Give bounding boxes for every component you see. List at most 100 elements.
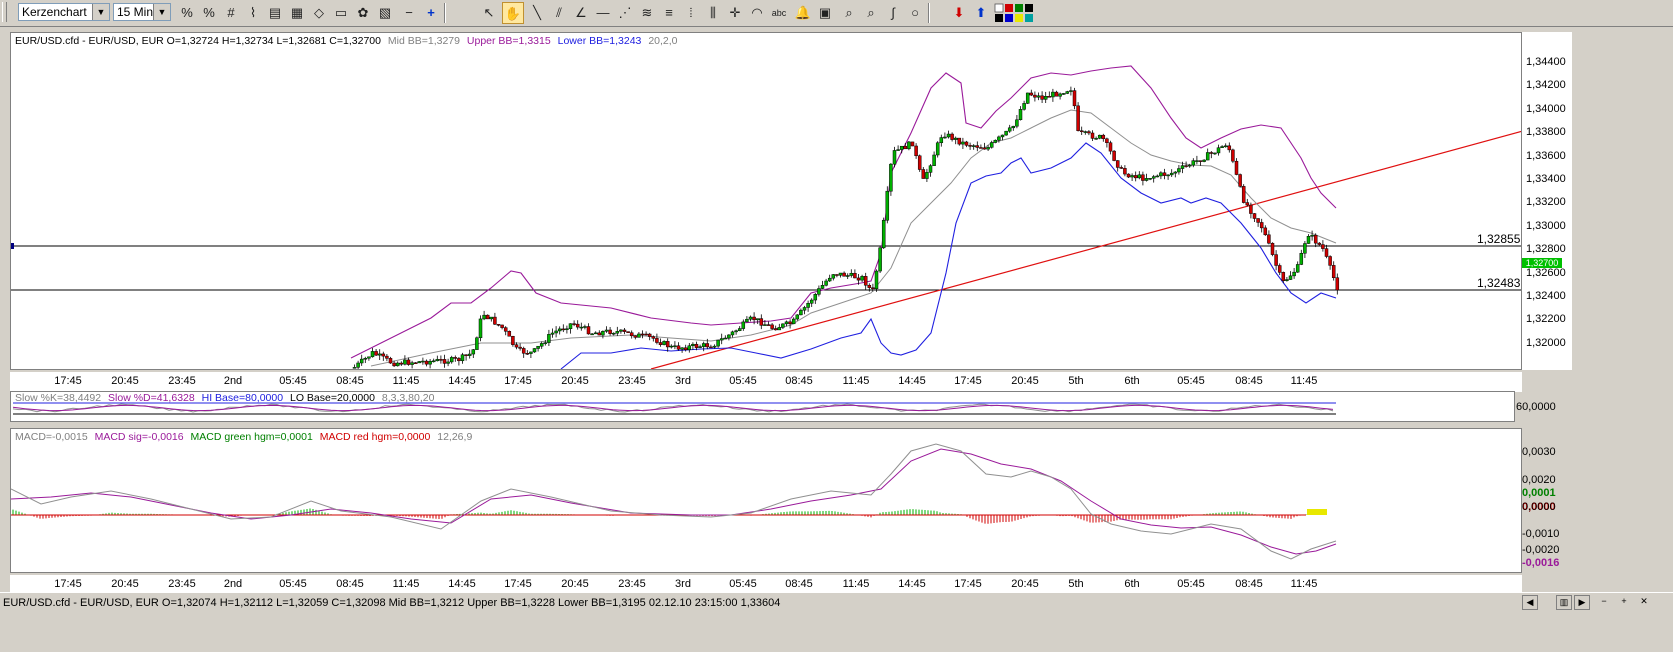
- time-label: 14:45: [898, 578, 926, 590]
- time-label: 17:45: [504, 578, 532, 590]
- color-palette-icon[interactable]: [994, 2, 1033, 24]
- candle-body: [431, 360, 436, 363]
- freehand-icon[interactable]: ∫: [882, 2, 904, 24]
- macd-plot[interactable]: [11, 429, 1522, 573]
- indicator-icon[interactable]: ⌇: [242, 2, 264, 24]
- alert-bell-icon[interactable]: 🔔: [792, 2, 814, 24]
- chevron-down-icon[interactable]: ▼: [153, 4, 170, 20]
- macd-signal-line: [11, 448, 1337, 555]
- hand-tool-icon[interactable]: ✋: [502, 2, 524, 24]
- candle-body: [921, 169, 926, 179]
- price-y-tick: 1,34400: [1526, 56, 1566, 68]
- trend-line: [650, 130, 1521, 369]
- chart-type-select[interactable]: Kerzenchart ▼: [18, 3, 110, 21]
- price-y-tick: 1,32800: [1526, 243, 1566, 256]
- image-icon[interactable]: ▦: [286, 2, 308, 24]
- candle-body: [813, 294, 818, 301]
- candle-body: [1321, 244, 1325, 249]
- ellipse-icon[interactable]: ○: [904, 2, 926, 24]
- angle-line-icon[interactable]: ∠: [570, 2, 592, 24]
- price-y-tick: 1,33600: [1526, 149, 1566, 162]
- zoom-out-icon[interactable]: −: [1596, 595, 1612, 610]
- chart-window-icon[interactable]: ▤: [264, 2, 286, 24]
- price-plot[interactable]: [11, 33, 1522, 370]
- time-label: 3rd: [675, 578, 691, 590]
- scroll-right-button[interactable]: ▶: [1574, 595, 1590, 610]
- candle-body: [601, 331, 605, 336]
- time-label: 05:45: [279, 578, 307, 590]
- stochastic-panel[interactable]: Slow %K=38,4492 Slow %D=41,6328 HI Base=…: [10, 391, 1515, 422]
- candle-body: [1101, 134, 1106, 140]
- print-icon[interactable]: ▭: [330, 2, 352, 24]
- cursor-icon[interactable]: ↖: [478, 2, 500, 24]
- magnifier-icon[interactable]: ⌕: [838, 2, 860, 24]
- toolbar: Kerzenchart ▼ 15 Min. ▼ % % # ⌇ ▤ ▦ ◇ ▭ …: [0, 0, 1673, 27]
- candle-body: [1036, 95, 1041, 98]
- trendline-icon[interactable]: ╲: [526, 2, 548, 24]
- zoom-in-icon[interactable]: +: [1616, 595, 1632, 610]
- zoom-region-icon[interactable]: ⌕: [860, 2, 882, 24]
- candle-body: [784, 321, 789, 325]
- candle-body: [525, 353, 530, 355]
- horizontal-line-icon[interactable]: —: [592, 2, 614, 24]
- scroll-left-button[interactable]: ◀: [1522, 595, 1538, 610]
- candle-body: [1274, 254, 1278, 266]
- candle-body: [1259, 222, 1264, 229]
- crosshair-icon[interactable]: ✛: [724, 2, 746, 24]
- candle-body: [439, 359, 443, 361]
- candle-body: [781, 323, 785, 328]
- candle-body: [356, 362, 360, 368]
- candle-body: [669, 345, 674, 348]
- zoom-out-icon[interactable]: −: [398, 2, 420, 24]
- candle-body: [388, 358, 393, 364]
- time-label: 6th: [1124, 375, 1140, 387]
- time-label: 17:45: [954, 578, 982, 590]
- stochastic-plot[interactable]: [11, 392, 1515, 422]
- price-chart-panel[interactable]: EUR/USD.cfd - EUR/USD, EUR O=1,32724 H=1…: [10, 32, 1522, 370]
- candle-body: [500, 324, 504, 328]
- eraser-icon[interactable]: ◇: [308, 2, 330, 24]
- percent-scale-icon[interactable]: %: [198, 2, 220, 24]
- grid-icon[interactable]: #: [220, 2, 242, 24]
- candle-body: [514, 344, 519, 348]
- time-label: 23:45: [168, 578, 196, 590]
- macd-panel[interactable]: MACD=-0,0015 MACD sig=-0,0016 MACD green…: [10, 428, 1522, 573]
- zoom-in-icon[interactable]: +: [420, 2, 442, 24]
- candle-body: [410, 362, 414, 365]
- candle-body: [979, 147, 983, 149]
- down-arrow-icon[interactable]: ⬇: [948, 2, 970, 24]
- candle-body: [842, 272, 846, 277]
- text-tool-icon[interactable]: abc: [768, 2, 790, 24]
- interval-select[interactable]: 15 Min. ▼: [113, 3, 171, 21]
- zoom-full-icon[interactable]: ✕: [1636, 595, 1652, 610]
- cycle-lines-icon[interactable]: ⫼: [702, 2, 724, 24]
- candle-body: [917, 155, 922, 170]
- fibonacci-icon[interactable]: ≡: [658, 2, 680, 24]
- scroll-page-button[interactable]: ▥: [1556, 595, 1572, 610]
- candle-body: [914, 145, 918, 157]
- candle-body: [539, 343, 544, 347]
- candle-body: [788, 321, 792, 325]
- candle-body: [673, 345, 677, 348]
- chevron-down-icon[interactable]: ▼: [92, 4, 109, 20]
- arc-icon[interactable]: ◠: [746, 2, 768, 24]
- fibonacci-fan-icon[interactable]: ≋: [636, 2, 658, 24]
- line-chart-icon[interactable]: ▧: [374, 2, 396, 24]
- candle-body: [1299, 252, 1304, 265]
- percent-icon[interactable]: %: [176, 2, 198, 24]
- fan-icon[interactable]: ⋰: [614, 2, 636, 24]
- time-label: 14:45: [898, 375, 926, 387]
- candle-body: [1317, 242, 1322, 245]
- toolbar-grip[interactable]: [2, 2, 7, 22]
- channel-icon[interactable]: ⫽: [548, 2, 570, 24]
- candle-body: [1105, 138, 1109, 143]
- candle-body: [845, 275, 850, 277]
- palette-icon[interactable]: ✿: [352, 2, 374, 24]
- gann-icon[interactable]: ⦙: [680, 2, 702, 24]
- candle-body: [892, 150, 897, 165]
- up-arrow-icon[interactable]: ⬆: [970, 2, 992, 24]
- candle-body: [651, 336, 656, 339]
- candle-body: [719, 338, 724, 341]
- calculator-icon[interactable]: ▣: [814, 2, 836, 24]
- candle-body: [737, 328, 742, 331]
